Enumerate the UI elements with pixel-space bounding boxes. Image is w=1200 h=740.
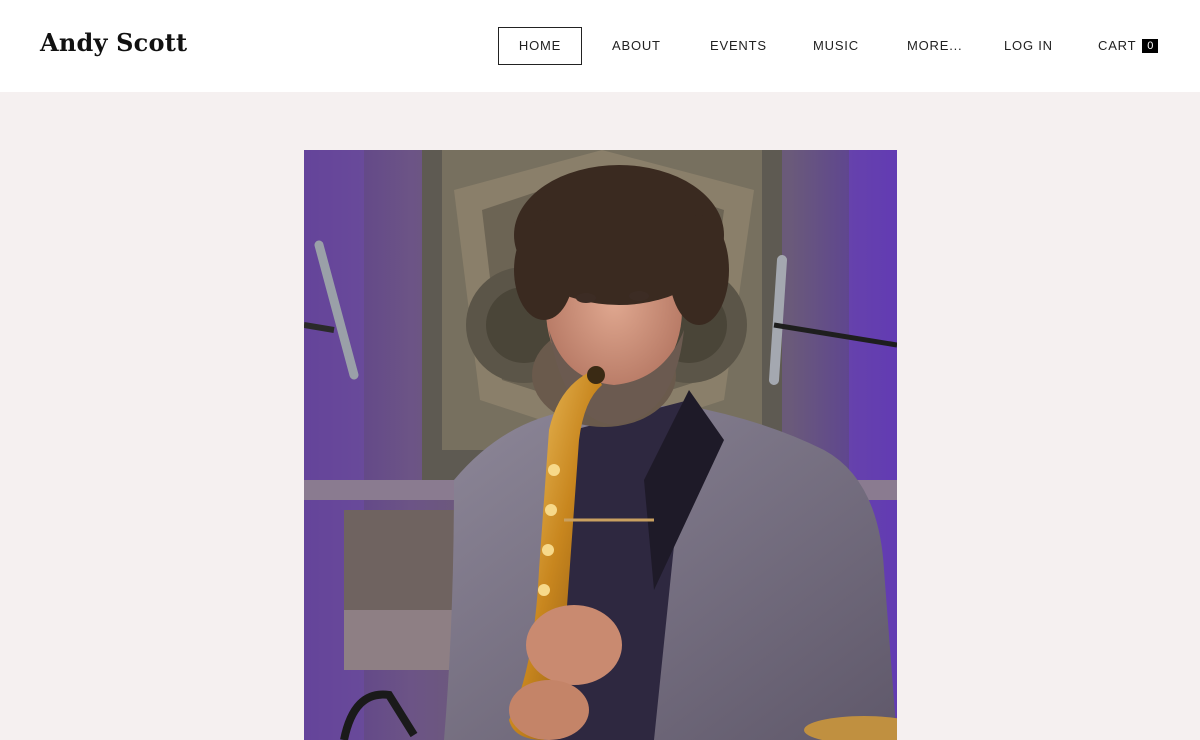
site-title[interactable]: Andy Scott bbox=[40, 28, 187, 57]
nav-music[interactable]: MUSIC bbox=[813, 27, 859, 65]
nav-events[interactable]: EVENTS bbox=[710, 27, 767, 65]
nav-more[interactable]: MORE... bbox=[907, 27, 962, 65]
nav-home[interactable]: HOME bbox=[498, 27, 582, 65]
site-header: Andy Scott HOME ABOUT EVENTS MUSIC MORE.… bbox=[0, 0, 1200, 92]
cart-label: CART bbox=[1098, 38, 1137, 53]
nav-login[interactable]: LOG IN bbox=[1004, 27, 1053, 65]
nav-cart[interactable]: CART 0 bbox=[1098, 27, 1159, 65]
nav-about[interactable]: ABOUT bbox=[612, 27, 661, 65]
saxophonist-photo-icon bbox=[304, 150, 897, 740]
cart-count-badge: 0 bbox=[1142, 39, 1159, 53]
hero-photo bbox=[304, 150, 897, 740]
